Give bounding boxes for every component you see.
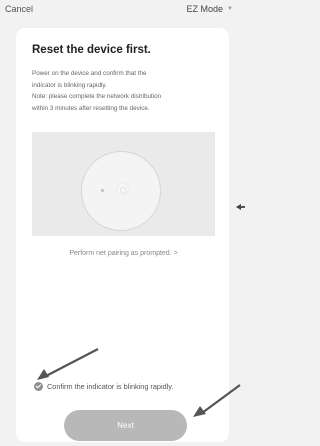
indicator-light (116, 183, 129, 196)
top-bar: Cancel EZ Mode ▼ (0, 0, 245, 26)
device-indicator-icon (81, 151, 161, 231)
annotation-arrow-icon (37, 348, 99, 380)
chevron-down-icon[interactable]: ▼ (227, 6, 233, 12)
device-button-dot (101, 189, 104, 192)
page-title: Reset the device first. (32, 44, 151, 56)
mode-selector[interactable]: EZ Mode (186, 4, 223, 14)
next-button[interactable]: Next (64, 410, 187, 441)
instruction-line: Note: please complete the network distri… (32, 93, 162, 100)
net-pairing-prompt-link[interactable]: Perform net pairing as prompted. > (32, 250, 215, 257)
instruction-line: Power on the device and confirm that the (32, 70, 147, 77)
check-circle-icon[interactable] (34, 382, 43, 391)
instructions-text: Power on the device and confirm that the… (32, 68, 216, 114)
instruction-line: within 3 minutes after resetting the dev… (32, 104, 150, 112)
confirm-label[interactable]: Confirm the indicator is blinking rapidl… (47, 382, 173, 391)
annotation-arrow-icon (236, 204, 245, 210)
annotation-arrow-icon (193, 384, 241, 417)
instruction-line: indicator is blinking rapidly. (32, 81, 107, 89)
device-illustration (32, 132, 215, 236)
cancel-button[interactable]: Cancel (5, 4, 33, 14)
